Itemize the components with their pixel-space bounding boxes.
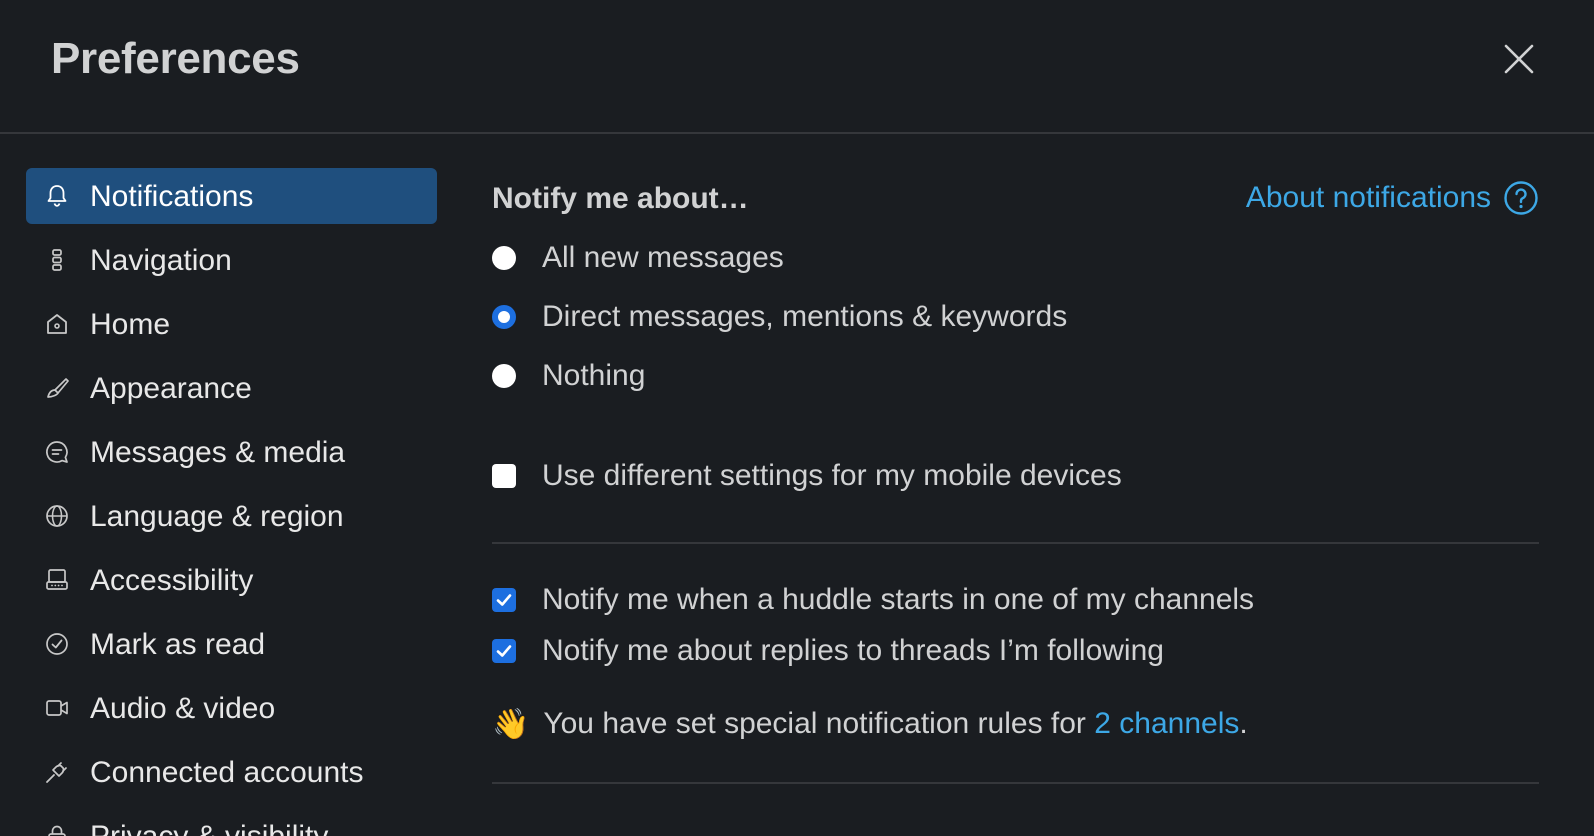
sidebar-item-label: Navigation [90, 244, 232, 277]
about-notifications-label: About notifications [1245, 181, 1491, 214]
globe-icon [44, 503, 70, 529]
mobile-settings-checkbox-row[interactable]: Use different settings for my mobile dev… [492, 456, 1122, 496]
modal-header: Preferences [0, 0, 1594, 134]
checkbox-label: Notify me when a huddle starts in one of… [542, 583, 1255, 616]
checkmark-icon [496, 645, 512, 657]
preferences-modal: Preferences Notifications Navigation Hom… [0, 0, 1594, 836]
home-icon [44, 311, 70, 337]
sidebar-item-language-region[interactable]: Language & region [26, 488, 437, 544]
video-camera-icon [44, 695, 70, 721]
divider [492, 542, 1539, 544]
sidebar-nav: Notifications Navigation Home Appearance… [26, 168, 437, 836]
lock-icon [44, 823, 70, 836]
plug-icon [44, 759, 70, 785]
checkbox-checked[interactable] [492, 588, 516, 612]
checkbox[interactable] [492, 464, 516, 488]
radio-button-selected[interactable] [492, 305, 516, 329]
sidebar-item-label: Audio & video [90, 692, 276, 725]
checkbox-label: Use different settings for my mobile dev… [542, 459, 1122, 492]
radio-all-new-messages[interactable]: All new messages [492, 238, 784, 278]
radio-label: All new messages [542, 241, 784, 274]
sidebar-item-accessibility[interactable]: Accessibility [26, 552, 437, 608]
checkmark-icon [496, 594, 512, 606]
paintbrush-icon [44, 375, 70, 401]
about-notifications-link[interactable]: About notifications [1246, 180, 1539, 216]
sidebar-item-notifications[interactable]: Notifications [26, 168, 437, 224]
sidebar-item-home[interactable]: Home [26, 296, 437, 352]
close-icon [1504, 44, 1534, 74]
channels-link[interactable]: 2 channels [1094, 707, 1239, 741]
divider [492, 782, 1539, 784]
sidebar-item-connected-accounts[interactable]: Connected accounts [26, 744, 437, 800]
sidebar-item-appearance[interactable]: Appearance [26, 360, 437, 416]
sidebar-item-audio-video[interactable]: Audio & video [26, 680, 437, 736]
thread-replies-checkbox-row[interactable]: Notify me about replies to threads I’m f… [492, 631, 1164, 671]
sidebar-item-label: Accessibility [90, 564, 254, 597]
checkbox-checked[interactable] [492, 639, 516, 663]
keyboard-icon [44, 567, 70, 593]
radio-direct-mentions-keywords[interactable]: Direct messages, mentions & keywords [492, 297, 1067, 337]
check-circle-icon [44, 631, 70, 657]
waving-hand-icon: 👋 [492, 707, 530, 741]
section-title: Notify me about… [492, 182, 749, 215]
checkbox-label: Notify me about replies to threads I’m f… [542, 634, 1164, 667]
page-title: Preferences [51, 34, 300, 83]
sidebar-item-label: Appearance [90, 372, 252, 405]
sidebar-item-privacy-visibility[interactable]: Privacy & visibility [26, 808, 437, 836]
close-button[interactable] [1500, 40, 1538, 78]
radio-label: Direct messages, mentions & keywords [542, 300, 1068, 333]
sidebar-item-label: Language & region [90, 500, 344, 533]
radio-button[interactable] [492, 364, 516, 388]
special-rules-text: You have set special notification rules … [543, 707, 1086, 740]
sidebar-item-label: Notifications [90, 180, 254, 213]
radio-button[interactable] [492, 246, 516, 270]
sidebar-item-mark-as-read[interactable]: Mark as read [26, 616, 437, 672]
sidebar-item-label: Connected accounts [90, 756, 364, 789]
bell-icon [44, 183, 70, 209]
message-bubble-icon [44, 439, 70, 465]
huddle-notify-checkbox-row[interactable]: Notify me when a huddle starts in one of… [492, 580, 1254, 620]
sidebar-item-label: Mark as read [90, 628, 266, 661]
special-rules-note: 👋 You have set special notification rule… [492, 704, 1248, 744]
navigation-icon [44, 247, 70, 273]
special-rules-suffix: . [1239, 707, 1248, 740]
sidebar-item-label: Messages & media [90, 436, 346, 469]
help-circle-icon [1503, 180, 1539, 216]
sidebar-item-label: Privacy & visibility [90, 820, 328, 836]
radio-nothing[interactable]: Nothing [492, 356, 645, 396]
sidebar-item-messages-media[interactable]: Messages & media [26, 424, 437, 480]
sidebar-item-label: Home [90, 308, 171, 341]
radio-label: Nothing [542, 359, 646, 392]
sidebar-item-navigation[interactable]: Navigation [26, 232, 437, 288]
